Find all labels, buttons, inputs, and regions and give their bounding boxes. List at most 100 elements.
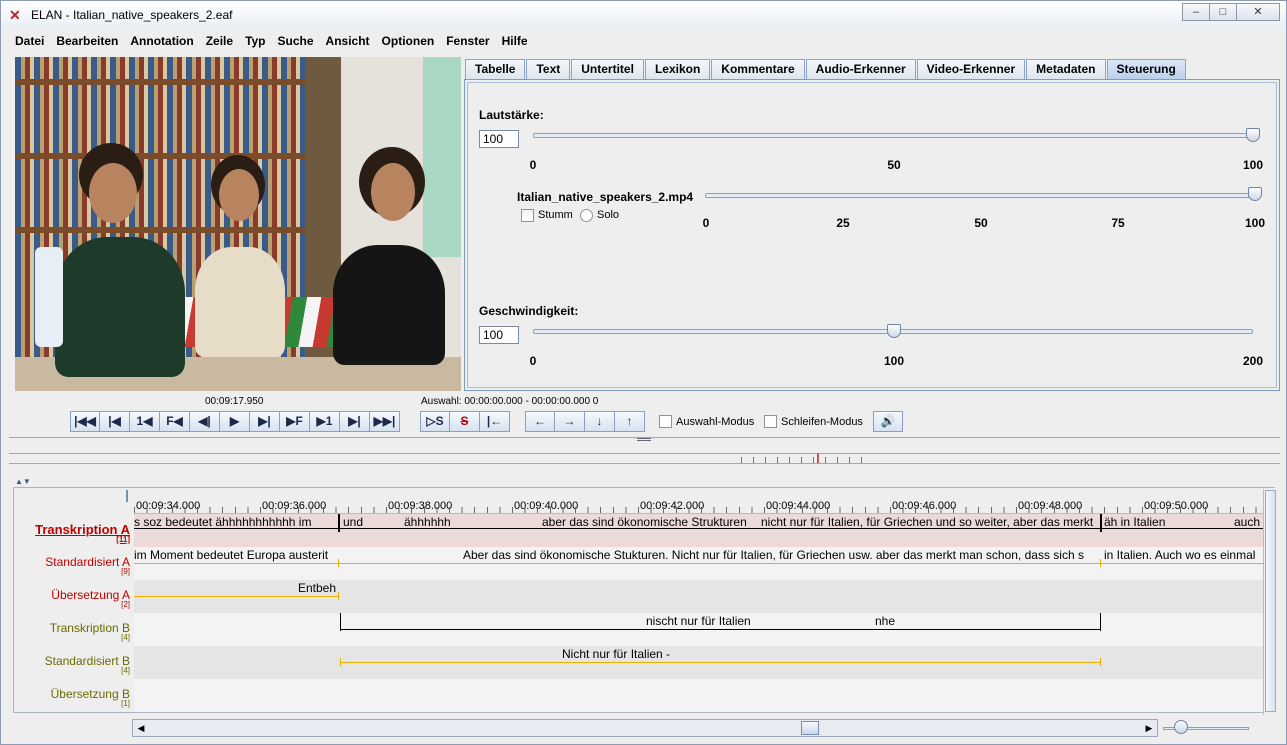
menu-typ[interactable]: Typ — [239, 31, 271, 51]
lower-tier-button[interactable]: ↓ — [585, 411, 615, 432]
time-ruler[interactable]: 00:09:34.000 00:09:36.000 00:09:38.000 0… — [134, 488, 1276, 514]
selection-mode-label: Auswahl-Modus — [676, 416, 755, 428]
tab-text[interactable]: Text — [526, 59, 571, 79]
annotation[interactable]: Entbeh — [298, 581, 336, 595]
play-button[interactable]: ▶ — [220, 411, 250, 432]
tier-name-transkription-a[interactable]: Transkription A [11] — [35, 522, 130, 544]
head-middle — [219, 169, 259, 221]
collapse-arrows-icon[interactable]: ▲▼ — [15, 477, 31, 486]
annotation[interactable]: ähhhhhh — [404, 515, 451, 529]
play-selection-button[interactable]: ▷S — [420, 411, 450, 432]
zoom-slider-thumb[interactable] — [1174, 720, 1188, 734]
mute-checkbox[interactable] — [521, 209, 534, 222]
tier-name-standardisiert-b[interactable]: Standardisiert B [4] — [45, 654, 130, 675]
menu-bearbeiten[interactable]: Bearbeiten — [50, 31, 124, 51]
volume-slider-track[interactable] — [533, 133, 1253, 138]
next-scrollview-button[interactable]: ▶| — [340, 411, 370, 432]
volume-tick: 100 — [1242, 158, 1264, 172]
tab-lexikon[interactable]: Lexikon — [644, 59, 711, 79]
tab-steuerung[interactable]: Steuerung — [1106, 59, 1186, 79]
scroll-right-icon[interactable]: ▶ — [1141, 720, 1157, 736]
upper-tier-button[interactable]: ↑ — [615, 411, 645, 432]
annotation[interactable]: nhe — [875, 614, 895, 628]
annotation[interactable]: nicht nur für Italien, für Griechen und … — [761, 515, 1093, 529]
timeline-vertical-scrollbar[interactable] — [1263, 489, 1277, 715]
close-button[interactable]: ✕ — [1236, 3, 1280, 21]
tier-row-standardisiert-b[interactable]: Nicht nur für Italien - — [134, 646, 1276, 679]
speaker-icon[interactable]: 🔊 — [873, 411, 903, 432]
menu-optionen[interactable]: Optionen — [376, 31, 441, 51]
tier-name-standardisiert-a[interactable]: Standardisiert A [9] — [45, 555, 130, 576]
annotation[interactable]: im Moment bedeutet Europa austerit — [134, 548, 328, 562]
previous-pixel-button[interactable]: ◀| — [190, 411, 220, 432]
menu-fenster[interactable]: Fenster — [440, 31, 495, 51]
minimize-button[interactable]: – — [1182, 3, 1210, 21]
speed-slider-thumb[interactable] — [887, 324, 901, 338]
tier-row-uebersetzung-a[interactable]: Entbeh — [134, 580, 1276, 613]
prev-annotation-button[interactable]: ← — [525, 411, 555, 432]
tier-name-uebersetzung-a[interactable]: Übersetzung A [2] — [51, 588, 130, 609]
person-right — [333, 245, 445, 365]
volume-slider-thumb[interactable] — [1246, 128, 1260, 142]
annotation[interactable]: äh in Italien — [1104, 515, 1165, 529]
next-second-button[interactable]: ▶1 — [310, 411, 340, 432]
clear-selection-button[interactable]: S — [450, 411, 480, 432]
annotation[interactable]: s soz bedeutet ähhhhhhhhhhh im — [134, 515, 311, 529]
previous-second-button[interactable]: 1◀ — [130, 411, 160, 432]
media-slider-thumb[interactable] — [1248, 187, 1262, 201]
next-annotation-button[interactable]: → — [555, 411, 585, 432]
menu-datei[interactable]: Datei — [9, 31, 50, 51]
menu-annotation[interactable]: Annotation — [124, 31, 199, 51]
annotation[interactable]: nischt nur für Italien — [646, 614, 751, 628]
next-pixel-button[interactable]: ▶| — [250, 411, 280, 432]
tab-metadaten[interactable]: Metadaten — [1026, 59, 1106, 79]
tier-row-standardisiert-a[interactable]: im Moment bedeutet Europa austerit Aber … — [134, 547, 1276, 580]
tier-name-uebersetzung-b[interactable]: Übersetzung B [1] — [51, 687, 130, 708]
tier-label: Standardisiert B — [44, 654, 130, 668]
tab-video-erkenner[interactable]: Video-Erkenner — [916, 59, 1026, 79]
selection-mode-checkbox[interactable] — [659, 415, 672, 428]
media-slider-track[interactable] — [705, 193, 1255, 198]
splitter-handle[interactable] — [637, 438, 651, 441]
loop-mode-checkbox[interactable] — [764, 415, 777, 428]
tab-tabelle[interactable]: Tabelle — [465, 59, 526, 79]
tab-kommentare[interactable]: Kommentare — [711, 59, 805, 79]
tab-bar: Tabelle Text Untertitel Lexikon Kommenta… — [465, 59, 1187, 79]
horizontal-scroll-thumb[interactable] — [801, 721, 819, 735]
tier-name-transkription-b[interactable]: Transkription B [4] — [50, 621, 130, 642]
annotation[interactable]: Aber das sind ökonomische Stukturen. Nic… — [463, 548, 1084, 562]
annotation[interactable]: Nicht nur für Italien - — [562, 647, 670, 661]
tier-row-transkription-b[interactable]: nischt nur für Italien nhe — [134, 613, 1276, 646]
menu-hilfe[interactable]: Hilfe — [496, 31, 534, 51]
speed-tick: 200 — [1242, 354, 1264, 368]
scroll-left-icon[interactable]: ◀ — [133, 720, 149, 736]
menu-suche[interactable]: Suche — [272, 31, 320, 51]
title-bar: ✕ ELAN - Italian_native_speakers_2.eaf –… — [1, 1, 1286, 29]
timeline-viewer[interactable]: 00:09:34.000 00:09:36.000 00:09:38.000 0… — [13, 487, 1276, 713]
video-viewer[interactable] — [15, 57, 461, 391]
maximize-button[interactable]: □ — [1209, 3, 1237, 21]
speed-input[interactable]: 100 — [479, 326, 519, 344]
divider — [9, 453, 1280, 454]
go-to-begin-button[interactable]: |◀◀ — [70, 411, 100, 432]
vertical-scroll-thumb[interactable] — [1265, 490, 1276, 712]
annotation[interactable]: aber das sind ökonomische Strukturen — [542, 515, 747, 529]
go-to-end-button[interactable]: ▶▶| — [370, 411, 400, 432]
previous-scrollview-button[interactable]: |◀ — [100, 411, 130, 432]
solo-radio[interactable] — [580, 209, 593, 222]
tab-untertitel[interactable]: Untertitel — [571, 59, 644, 79]
annotation[interactable]: und — [343, 515, 363, 529]
media-cursor-icon[interactable]: I — [813, 449, 823, 467]
volume-input[interactable]: 100 — [479, 130, 519, 148]
next-frame-button[interactable]: ▶F — [280, 411, 310, 432]
tier-row-transkription-a[interactable]: s soz bedeutet ähhhhhhhhhhh im und ähhhh… — [134, 514, 1276, 547]
tier-row-uebersetzung-b[interactable] — [134, 679, 1276, 712]
annotation[interactable]: auch — [1234, 515, 1260, 529]
menu-zeile[interactable]: Zeile — [200, 31, 239, 51]
timeline-horizontal-scrollbar[interactable]: ◀ ▶ — [132, 719, 1158, 737]
menu-ansicht[interactable]: Ansicht — [320, 31, 376, 51]
previous-frame-button[interactable]: F◀ — [160, 411, 190, 432]
annotation[interactable]: in Italien. Auch wo es einmal — [1104, 548, 1255, 562]
tab-audio-erkenner[interactable]: Audio-Erkenner — [805, 59, 916, 79]
to-selection-begin-button[interactable]: |← — [480, 411, 510, 432]
